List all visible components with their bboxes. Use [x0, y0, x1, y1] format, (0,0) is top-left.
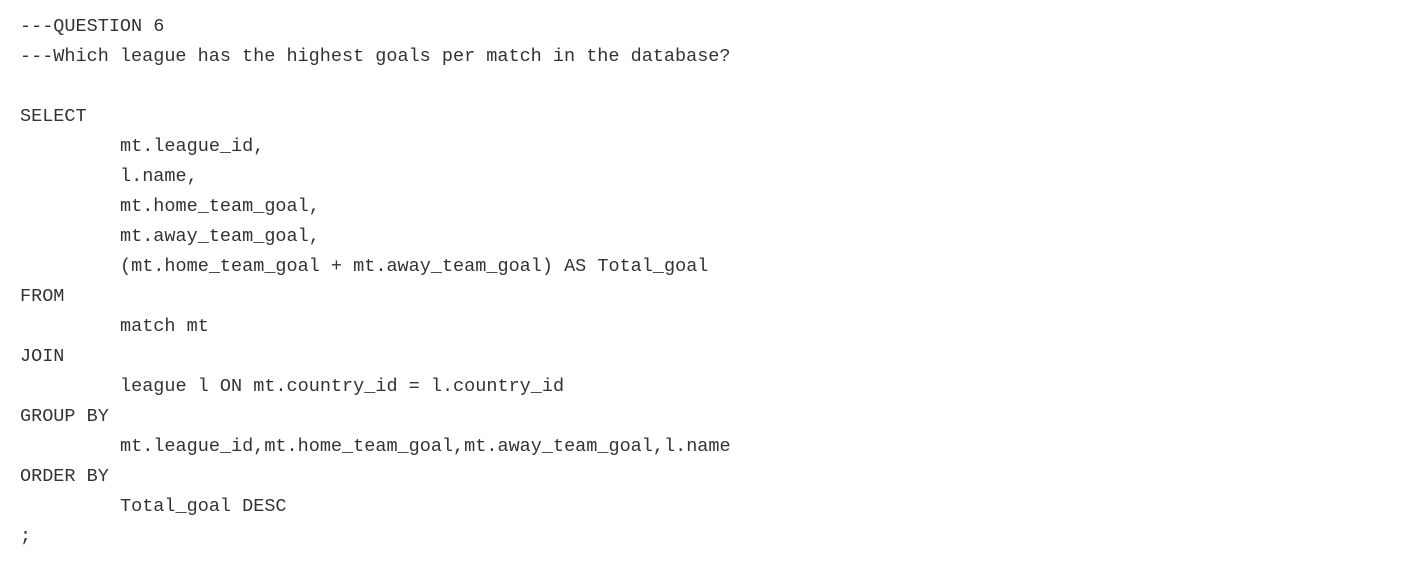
- group-by-columns: mt.league_id,mt.home_team_goal,mt.away_t…: [120, 436, 731, 457]
- keyword-group-by: GROUP BY: [20, 406, 109, 427]
- comment-line-question-text: ---Which league has the highest goals pe…: [20, 46, 731, 67]
- select-column-league-id: mt.league_id,: [120, 136, 265, 157]
- statement-terminator: ;: [20, 526, 32, 547]
- from-table-match: match mt: [120, 316, 209, 337]
- select-column-away-team-goal: mt.away_team_goal,: [120, 226, 320, 247]
- order-by-expression: Total_goal DESC: [120, 496, 287, 517]
- join-condition-league: league l ON mt.country_id = l.country_id: [120, 376, 565, 397]
- comment-line-question-number: ---QUESTION 6: [20, 16, 165, 37]
- keyword-order-by: ORDER BY: [20, 466, 109, 487]
- select-expression-total-goal: (mt.home_team_goal + mt.away_team_goal) …: [120, 256, 709, 277]
- keyword-select: SELECT: [20, 106, 87, 127]
- sql-code-editor[interactable]: ---QUESTION 6 ---Which league has the hi…: [0, 0, 1405, 570]
- keyword-join: JOIN: [20, 346, 65, 367]
- select-column-home-team-goal: mt.home_team_goal,: [120, 196, 320, 217]
- code-block: ---QUESTION 6 ---Which league has the hi…: [20, 12, 1405, 552]
- keyword-from: FROM: [20, 286, 65, 307]
- select-column-league-name: l.name,: [120, 166, 198, 187]
